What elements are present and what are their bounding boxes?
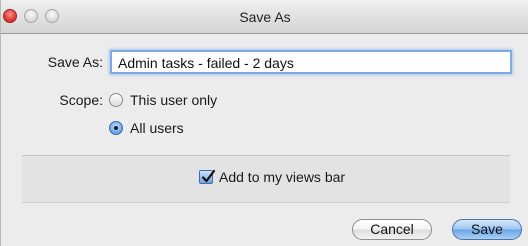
checkmark-icon [201,169,216,183]
save-as-label: Save As: [47,54,103,70]
scope-radio-this-user-only[interactable] [109,93,123,107]
title-bar: Save As [1,0,528,34]
save-as-dialog: Save As Save As: Admin tasks - failed - … [0,0,528,246]
add-to-views-bar-checkbox[interactable] [199,169,216,184]
scope-radio-all-users[interactable] [109,121,123,135]
add-to-views-bar-label: Add to my views bar [219,169,346,185]
cancel-button[interactable]: Cancel [352,219,432,240]
save-as-name-input[interactable]: Admin tasks - failed - 2 days [110,50,512,74]
window-title: Save As [239,9,291,25]
save-button[interactable]: Save [452,219,522,240]
scope-label: Scope: [59,92,103,108]
scope-option-all-users-label: All users [130,120,184,136]
scope-option-this-user-only-label: This user only [130,92,218,108]
